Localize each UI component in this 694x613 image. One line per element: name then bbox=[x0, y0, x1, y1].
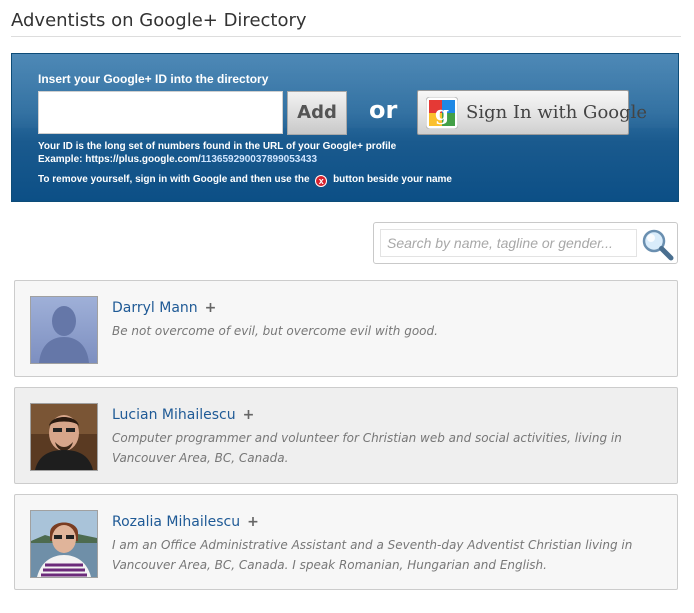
title-divider bbox=[11, 36, 681, 37]
avatar[interactable] bbox=[30, 296, 98, 364]
person-card: Lucian Mihailescu + Computer programmer a… bbox=[14, 387, 678, 484]
add-id-panel: Insert your Google+ ID into the director… bbox=[11, 53, 679, 202]
plus-icon[interactable]: + bbox=[247, 514, 259, 530]
page: Adventists on Google+ Directory Insert y… bbox=[0, 0, 694, 613]
person-photo bbox=[31, 511, 97, 577]
google-id-input[interactable] bbox=[38, 91, 283, 134]
example-prefix: Example: https://plus.google.com/ bbox=[38, 154, 201, 165]
person-tagline: Computer programmer and volunteer for Ch… bbox=[112, 431, 622, 465]
person-photo bbox=[31, 404, 97, 470]
sign-in-with-google-button[interactable]: g Sign In with Google bbox=[417, 90, 647, 135]
remove-help-suffix: button beside your name bbox=[333, 174, 452, 185]
search-box bbox=[373, 222, 678, 264]
add-button[interactable]: Add bbox=[287, 91, 347, 135]
person-name-label: Darryl Mann bbox=[112, 300, 198, 316]
person-tagline: Be not overcome of evil, but overcome ev… bbox=[112, 324, 438, 338]
or-separator: or bbox=[369, 96, 398, 124]
google-logo-icon: g bbox=[426, 97, 458, 129]
person-name-label: Rozalia Mihailescu bbox=[112, 514, 241, 530]
search-input[interactable] bbox=[380, 229, 637, 257]
search-icon[interactable] bbox=[640, 227, 674, 261]
person-card: Darryl Mann + Be not overcome of evil, bu… bbox=[14, 280, 678, 377]
remove-help-text: To remove yourself, sign in with Google … bbox=[38, 174, 452, 187]
example-id: 113659290037899053433 bbox=[200, 154, 318, 165]
person-card: Rozalia Mihailescu + I am an Office Admin… bbox=[14, 494, 678, 590]
person-name[interactable]: Darryl Mann + bbox=[112, 300, 216, 316]
person-name[interactable]: Rozalia Mihailescu + bbox=[112, 514, 259, 530]
page-title: Adventists on Google+ Directory bbox=[11, 10, 307, 31]
person-tagline: I am an Office Administrative Assistant … bbox=[112, 538, 633, 572]
plus-icon[interactable]: + bbox=[243, 407, 255, 423]
avatar[interactable] bbox=[30, 510, 98, 578]
panel-heading: Insert your Google+ ID into the director… bbox=[38, 72, 269, 86]
avatar[interactable] bbox=[30, 403, 98, 471]
person-name-label: Lucian Mihailescu bbox=[112, 407, 236, 423]
sign-in-label: Sign In with Google bbox=[466, 102, 648, 123]
remove-help-prefix: To remove yourself, sign in with Google … bbox=[38, 174, 310, 185]
svg-text:g: g bbox=[435, 101, 449, 125]
remove-x-icon: x bbox=[315, 175, 328, 187]
id-example-text: Example: https://plus.google.com/1136592… bbox=[38, 154, 317, 165]
plus-icon[interactable]: + bbox=[205, 300, 217, 316]
id-help-text: Your ID is the long set of numbers found… bbox=[38, 141, 397, 152]
person-name[interactable]: Lucian Mihailescu + bbox=[112, 407, 254, 423]
default-avatar-icon bbox=[31, 297, 97, 363]
